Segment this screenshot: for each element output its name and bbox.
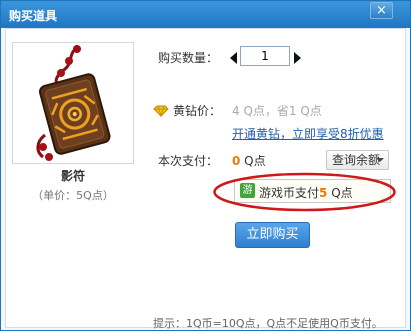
increase-quantity-arrow[interactable] (294, 52, 301, 64)
game-coin-icon: 游 (240, 183, 255, 198)
game-coin-option-text: 游戏币支付5 Q点 (259, 184, 353, 201)
buy-now-button[interactable]: 立即购买 (235, 222, 310, 248)
item-unit-price: （单价：5Q点） (32, 189, 114, 202)
quantity-input[interactable] (240, 46, 290, 66)
close-button[interactable]: × (370, 2, 393, 19)
yellow-diamond-icon (153, 105, 169, 117)
game-coin-option-label: 游戏币支付 (259, 186, 320, 200)
check-balance-label: 查询余额 (332, 153, 381, 167)
footer-tip: 提示：1Q币=10Q点，Q点不足使用Q币支付。 (153, 317, 383, 330)
gold-diamond-price: 4 Q点，省1 Q点 (232, 104, 322, 118)
talisman-item-image (36, 45, 111, 161)
title-bar: 购买道具 × (1, 1, 410, 28)
gold-diamond-label: 黄钻价： (173, 104, 222, 118)
chevron-down-icon (376, 158, 384, 162)
dialog-title: 购买道具 (9, 9, 58, 23)
close-icon: × (376, 3, 387, 18)
item-name: 影符 (60, 169, 85, 183)
dialog-content: 影符 （单价：5Q点） 购买数量： 黄钻价： 4 Q点，省1 Q点 开通黄钻，立… (5, 28, 406, 330)
payment-unit: Q点 (240, 154, 266, 168)
game-coin-payment-option[interactable]: 游 游戏币支付5 Q点 (234, 179, 391, 203)
decrease-quantity-arrow[interactable] (230, 52, 237, 64)
purchase-dialog: 购买道具 × 影符 （单价：5Q点） 购买数量： 1 黄钻价： 4 Q点，省1 … (0, 0, 411, 331)
item-image-frame (12, 42, 134, 164)
game-coin-option-unit: Q点 (327, 186, 353, 200)
payment-amount: 0 Q点 (232, 152, 266, 169)
payment-label: 本次支付： (158, 154, 219, 168)
quantity-label: 购买数量： (158, 51, 219, 65)
upgrade-gold-diamond-link[interactable]: 开通黄钻，立即享受8折优惠 (232, 125, 384, 142)
check-balance-dropdown[interactable]: 查询余额 (326, 150, 389, 170)
